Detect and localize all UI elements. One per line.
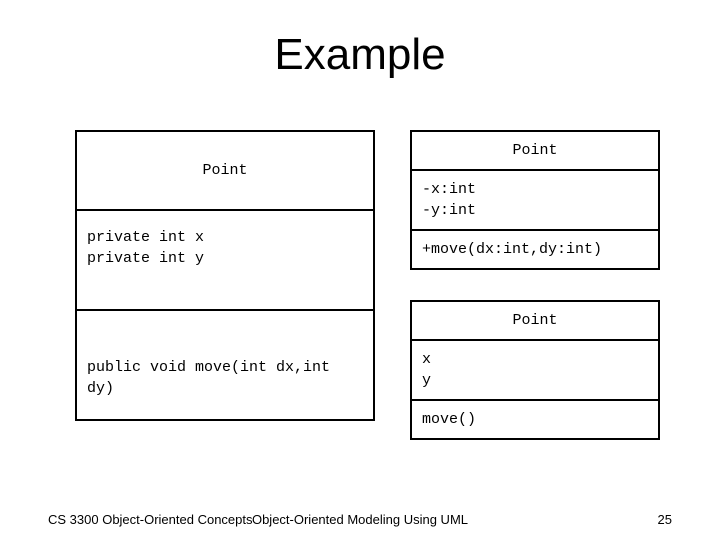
method-line: +move(dx:int,dy:int) bbox=[422, 239, 648, 260]
class-name-compartment: Point bbox=[77, 132, 373, 211]
attributes-compartment: x y bbox=[412, 341, 658, 401]
attribute-line: x bbox=[422, 349, 648, 370]
methods-compartment: public void move(int dx,int dy) bbox=[77, 311, 373, 419]
methods-compartment: +move(dx:int,dy:int) bbox=[412, 231, 658, 268]
class-name-compartment: Point bbox=[412, 302, 658, 341]
footer-center: Object-Oriented Modeling Using UML bbox=[0, 512, 720, 527]
attribute-line: private int y bbox=[87, 248, 363, 269]
attribute-line: -x:int bbox=[422, 179, 648, 200]
class-name: Point bbox=[202, 162, 247, 179]
footer-page-number: 25 bbox=[658, 512, 672, 527]
class-name-compartment: Point bbox=[412, 132, 658, 171]
attributes-compartment: -x:int -y:int bbox=[412, 171, 658, 231]
class-name: Point bbox=[512, 312, 557, 329]
slide-title: Example bbox=[0, 30, 720, 80]
attribute-line: private int x bbox=[87, 227, 363, 248]
method-line: public void move(int dx,int dy) bbox=[87, 357, 363, 399]
methods-compartment: move() bbox=[412, 401, 658, 438]
uml-class-right-bottom: Point x y move() bbox=[410, 300, 660, 440]
attribute-line: -y:int bbox=[422, 200, 648, 221]
uml-class-left: Point private int x private int y public… bbox=[75, 130, 375, 421]
class-name: Point bbox=[512, 142, 557, 159]
method-line: move() bbox=[422, 409, 648, 430]
attributes-compartment: private int x private int y bbox=[77, 211, 373, 311]
uml-class-right-top: Point -x:int -y:int +move(dx:int,dy:int) bbox=[410, 130, 660, 270]
attribute-line: y bbox=[422, 370, 648, 391]
